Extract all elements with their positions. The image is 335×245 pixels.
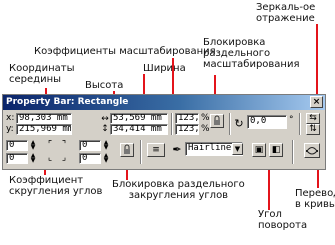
rotation-angle-annotation: Угол поворота — [258, 209, 308, 231]
x-label: x: — [6, 113, 15, 123]
to-front-button[interactable]: ▣ — [252, 143, 266, 157]
y-position-field[interactable]: 215,969 mm — [16, 124, 72, 135]
to-back-button[interactable]: ◧ — [269, 143, 283, 157]
spinner-arrows[interactable]: ▲ ▼ — [29, 140, 37, 151]
rotation-angle-field[interactable]: 0,0 — [247, 115, 287, 129]
height-field[interactable]: 34,414 mm — [110, 124, 168, 135]
height-annotation: Высота — [85, 80, 124, 91]
percent-y-label: % — [201, 124, 210, 134]
scale-factor-annotation: Коэффициенты масштабирования — [34, 46, 216, 57]
scale-y-field[interactable]: 123,0 — [175, 124, 199, 135]
convert-to-curves-button[interactable] — [304, 143, 320, 158]
separator — [140, 140, 142, 164]
corner-bl-icon: ⌞ — [47, 153, 53, 163]
coordinates-annotation: Координаты середины — [9, 63, 75, 85]
corner-top-left-field[interactable]: 0 — [6, 140, 28, 151]
degree-label: ° — [289, 115, 294, 125]
corner-top-right-field[interactable]: 0 — [79, 140, 101, 151]
outline-width-dropdown-button[interactable]: ▼ — [232, 143, 243, 155]
mirror-horizontal-button[interactable]: ⇆ — [306, 113, 320, 124]
spinner-arrows[interactable]: ▲ ▼ — [29, 153, 37, 164]
corner-bottom-right-field[interactable]: 0 — [79, 153, 101, 164]
width-annotation: Ширина — [143, 63, 186, 74]
separator — [229, 113, 231, 135]
property-bar-title[interactable]: Property Bar: Rectangle — [3, 95, 325, 110]
width-icon: ↔ — [101, 114, 109, 124]
separator — [299, 113, 301, 135]
separator — [171, 113, 173, 135]
height-icon: ↕ — [101, 124, 109, 134]
corner-tl-icon: ⌜ — [47, 140, 53, 150]
spinner-arrows[interactable]: ▲ ▼ — [102, 140, 110, 151]
scaling-lock-annotation: Блокировка раздельного масштабирования — [203, 37, 300, 70]
x-position-field[interactable]: 98,303 mm — [16, 113, 72, 124]
corner-lock-annotation: Блокировка раздельного закругления углов — [112, 179, 245, 201]
mirror-vertical-button[interactable]: ⇅ — [306, 124, 320, 135]
separator — [292, 140, 294, 164]
property-bar: Property Bar: Rectangle × x: 98,303 mm y… — [2, 94, 326, 170]
nonproportional-scale-lock-button[interactable] — [210, 114, 224, 128]
outline-pen-icon: ✒ — [172, 143, 182, 156]
wrap-paragraph-text-button[interactable]: ≡ — [147, 143, 165, 157]
mirror-annotation: Зеркаль-ое отражение — [256, 2, 316, 24]
width-field[interactable]: 53,569 mm — [110, 113, 168, 124]
percent-x-label: % — [201, 113, 210, 123]
convert-curves-annotation: Переводв кривые — [295, 188, 335, 210]
corner-bottom-left-field[interactable]: 0 — [6, 153, 28, 164]
close-button[interactable]: × — [310, 96, 323, 108]
rotate-icon: ↻ — [234, 117, 244, 130]
spinner-arrows[interactable]: ▲ ▼ — [102, 153, 110, 164]
corner-tr-icon: ⌝ — [61, 140, 67, 150]
corner-rounding-annotation: Коэффициент скругления углов — [9, 175, 103, 197]
scale-x-field[interactable]: 123,0 — [175, 113, 199, 124]
round-corners-together-button[interactable] — [120, 143, 134, 157]
y-label: y: — [6, 124, 14, 134]
corner-br-icon: ⌟ — [61, 153, 67, 163]
callout-line — [316, 24, 318, 96]
